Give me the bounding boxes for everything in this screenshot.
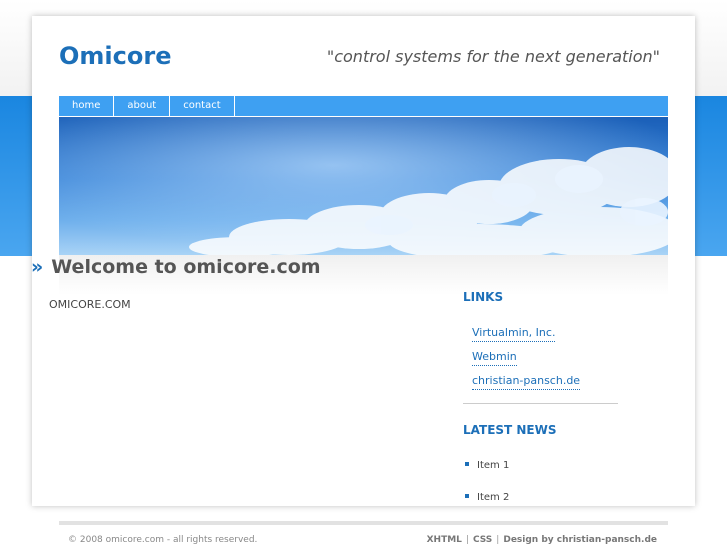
sky-banner-image [59, 117, 668, 255]
footer-design-link[interactable]: Design by christian-pansch.de [503, 535, 657, 545]
footer-separator: | [496, 535, 500, 545]
footer-xhtml-link[interactable]: XHTML [427, 535, 462, 545]
news-item-label: Item 2 [477, 492, 510, 503]
links-heading: LINKS [463, 290, 504, 304]
footer-css-link[interactable]: CSS [473, 535, 492, 545]
nav-contact[interactable]: contact [170, 96, 235, 116]
footer-copyright: © 2008 omicore.com - all rights reserved… [68, 535, 258, 545]
news-item-label: Item 1 [477, 460, 510, 471]
footer-links: XHTML | CSS | Design by christian-pansch.de [427, 535, 657, 545]
news-item[interactable]: Item 1 [465, 460, 509, 471]
nav-about[interactable]: about [114, 96, 171, 116]
news-item[interactable]: Item 2 [465, 492, 509, 503]
footer-separator: | [465, 535, 469, 545]
bullet-icon [465, 462, 469, 466]
page-title-text: Welcome to omicore.com [51, 256, 321, 278]
nav-home[interactable]: home [59, 96, 115, 116]
main-nav: home about contact [59, 96, 668, 116]
sidebar-divider [463, 403, 618, 404]
link-christian-pansch[interactable]: christian-pansch.de [472, 374, 581, 390]
link-virtualmin[interactable]: Virtualmin, Inc. [472, 326, 556, 342]
latest-news-heading: LATEST NEWS [463, 423, 557, 437]
body-text: OMICORE.COM [49, 298, 131, 311]
site-slogan: "control systems for the next generation… [326, 47, 660, 66]
heading-arrow-icon: » [31, 256, 44, 278]
page-title: » Welcome to omicore.com [31, 256, 321, 278]
link-webmin[interactable]: Webmin [472, 350, 517, 366]
bullet-icon [465, 494, 469, 498]
site-logo[interactable]: Omicore [59, 42, 171, 70]
footer-divider [59, 521, 668, 525]
